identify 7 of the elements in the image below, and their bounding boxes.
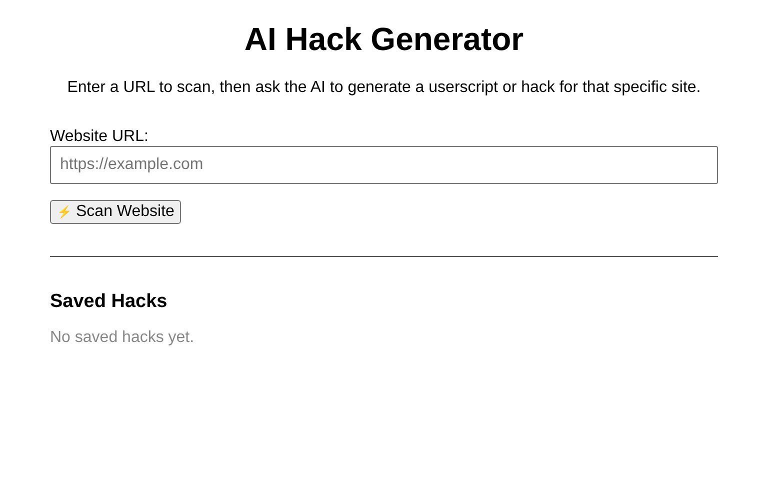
scan-website-button[interactable]: ⚡ Scan Website (50, 200, 182, 224)
url-label: Website URL: (50, 128, 148, 146)
url-input-field[interactable]: https://example.com (50, 146, 718, 184)
page-title: AI Hack Generator (243, 20, 525, 58)
description: Enter a URL to scan, then ask the AI to generate a userscript or hack for that specific site. (66, 79, 702, 97)
saved-hacks-heading: Saved Hacks (50, 291, 168, 313)
empty-message: No saved hacks yet. (50, 329, 194, 347)
